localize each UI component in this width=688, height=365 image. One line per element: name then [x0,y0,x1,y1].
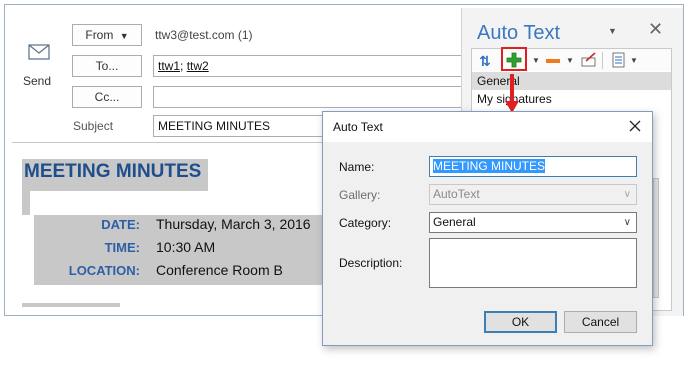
ok-button[interactable]: OK [484,311,557,333]
pane-toolbar: ⇅ ▼ ▼ ▼ [471,47,672,72]
selection-tail [22,303,120,307]
location-value: Conference Room B [156,262,283,278]
pane-menu-icon[interactable]: ▼ [608,26,617,36]
body-title: MEETING MINUTES [22,159,208,191]
selection-margin [22,191,30,215]
pane-title: Auto Text [477,22,561,44]
options-dropdown-arrow-icon[interactable]: ▼ [630,52,638,70]
location-label: LOCATION: [68,263,140,278]
name-input[interactable]: MEETING MINUTES [429,156,637,177]
recipient-chip[interactable]: ttw2 [187,59,209,73]
recipient-chip[interactable]: ttw1 [158,59,180,73]
autotext-dialog: Auto Text Name: MEETING MINUTES Gallery:… [322,111,653,346]
time-label: TIME: [104,240,140,255]
to-field[interactable]: ttw1; ttw2 [153,55,463,77]
cancel-button[interactable]: Cancel [564,311,637,333]
recipient-separator: ; [180,59,184,73]
from-value: ttw3@test.com (1) [155,28,253,42]
options-icon[interactable] [610,52,628,70]
gallery-label: Gallery: [339,188,381,202]
dialog-titlebar: Auto Text [323,112,652,142]
remove-icon[interactable] [546,59,560,63]
date-value: Thursday, March 3, 2016 [156,216,311,232]
subject-value: MEETING MINUTES [158,119,271,133]
send-label: Send [22,74,52,88]
description-textarea[interactable] [429,238,637,288]
close-icon[interactable]: ✕ [648,19,663,40]
insert-icon[interactable]: ⇅ [476,52,494,70]
ok-label: OK [511,315,530,329]
gallery-value: AutoText [433,187,480,201]
description-label: Description: [339,256,403,270]
chevron-down-icon: ∨ [623,189,631,200]
cc-field[interactable] [153,86,463,108]
cc-label: Cc... [94,90,120,104]
close-icon[interactable] [626,117,644,135]
send-button[interactable]: Send [13,27,61,103]
envelope-send-icon [22,44,50,60]
category-label: Category: [339,216,392,230]
cancel-label: Cancel [581,315,620,329]
category-select[interactable]: General ∨ [429,212,637,233]
list-item[interactable]: General [472,72,671,90]
list-item[interactable]: My signatures [472,90,671,108]
name-value: MEETING MINUTES [433,159,546,173]
rename-icon[interactable] [580,52,598,70]
time-value: 10:30 AM [156,239,216,255]
from-label: From [85,28,114,42]
add-dropdown-arrow-icon[interactable]: ▼ [532,52,540,70]
to-button[interactable]: To... [72,55,142,77]
chevron-down-icon: ∨ [623,217,631,228]
dialog-title: Auto Text [333,120,383,134]
callout-arrow-icon [505,74,519,114]
gallery-select: AutoText ∨ [429,184,637,205]
pane-scrollbar[interactable] [653,178,659,298]
toolbar-separator [602,52,603,69]
from-button[interactable]: From ▼ [72,24,142,46]
date-label: DATE: [101,217,140,232]
name-label: Name: [339,160,375,174]
subject-label: Subject [73,119,114,133]
category-value: General [433,215,476,229]
remove-dropdown-arrow-icon[interactable]: ▼ [566,52,574,70]
dropdown-arrow-icon: ▼ [119,31,129,41]
to-label: To... [95,59,119,73]
details-table: DATE: Thursday, March 3, 2016 TIME: 10:3… [34,215,334,285]
cc-button[interactable]: Cc... [72,86,142,108]
add-icon[interactable] [505,52,523,70]
